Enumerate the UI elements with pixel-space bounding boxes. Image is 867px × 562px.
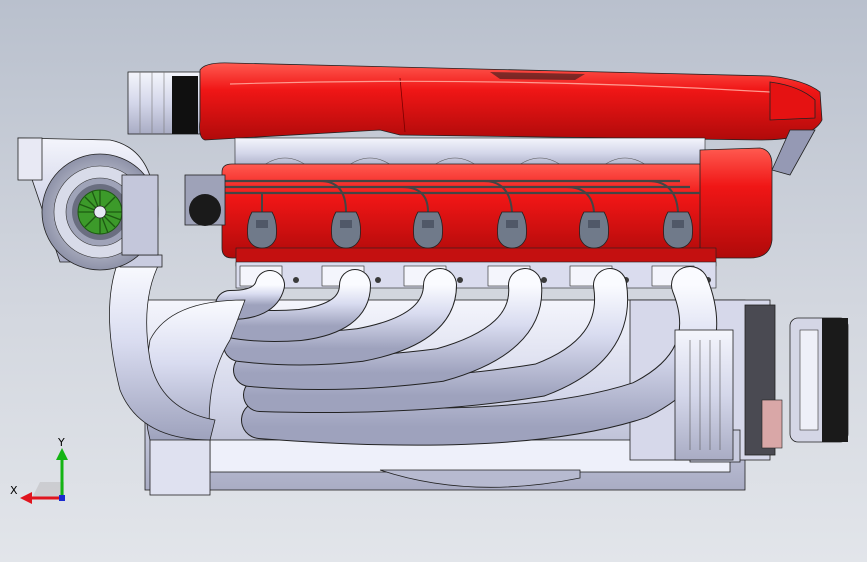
turbocharger xyxy=(17,137,226,271)
coil-pack-6 xyxy=(663,211,693,249)
coil-pack-2 xyxy=(331,211,361,249)
cam-cover xyxy=(221,147,773,267)
coil-pack-5 xyxy=(579,211,609,249)
intake-runners xyxy=(234,137,706,169)
coil-pack-1 xyxy=(247,211,277,249)
engine-model[interactable] xyxy=(0,0,867,562)
turbo-rotor xyxy=(77,189,123,235)
z-axis-marker xyxy=(59,495,65,501)
x-axis-label: X xyxy=(10,484,18,497)
x-axis-arrow xyxy=(20,492,32,504)
y-axis-label: Y xyxy=(57,436,65,449)
y-axis-arrow xyxy=(56,448,68,460)
coil-pack-3 xyxy=(413,211,443,249)
orientation-triad: Y X xyxy=(10,436,68,504)
coil-pack-4 xyxy=(497,211,527,249)
cad-viewport[interactable]: Y X xyxy=(0,0,867,562)
